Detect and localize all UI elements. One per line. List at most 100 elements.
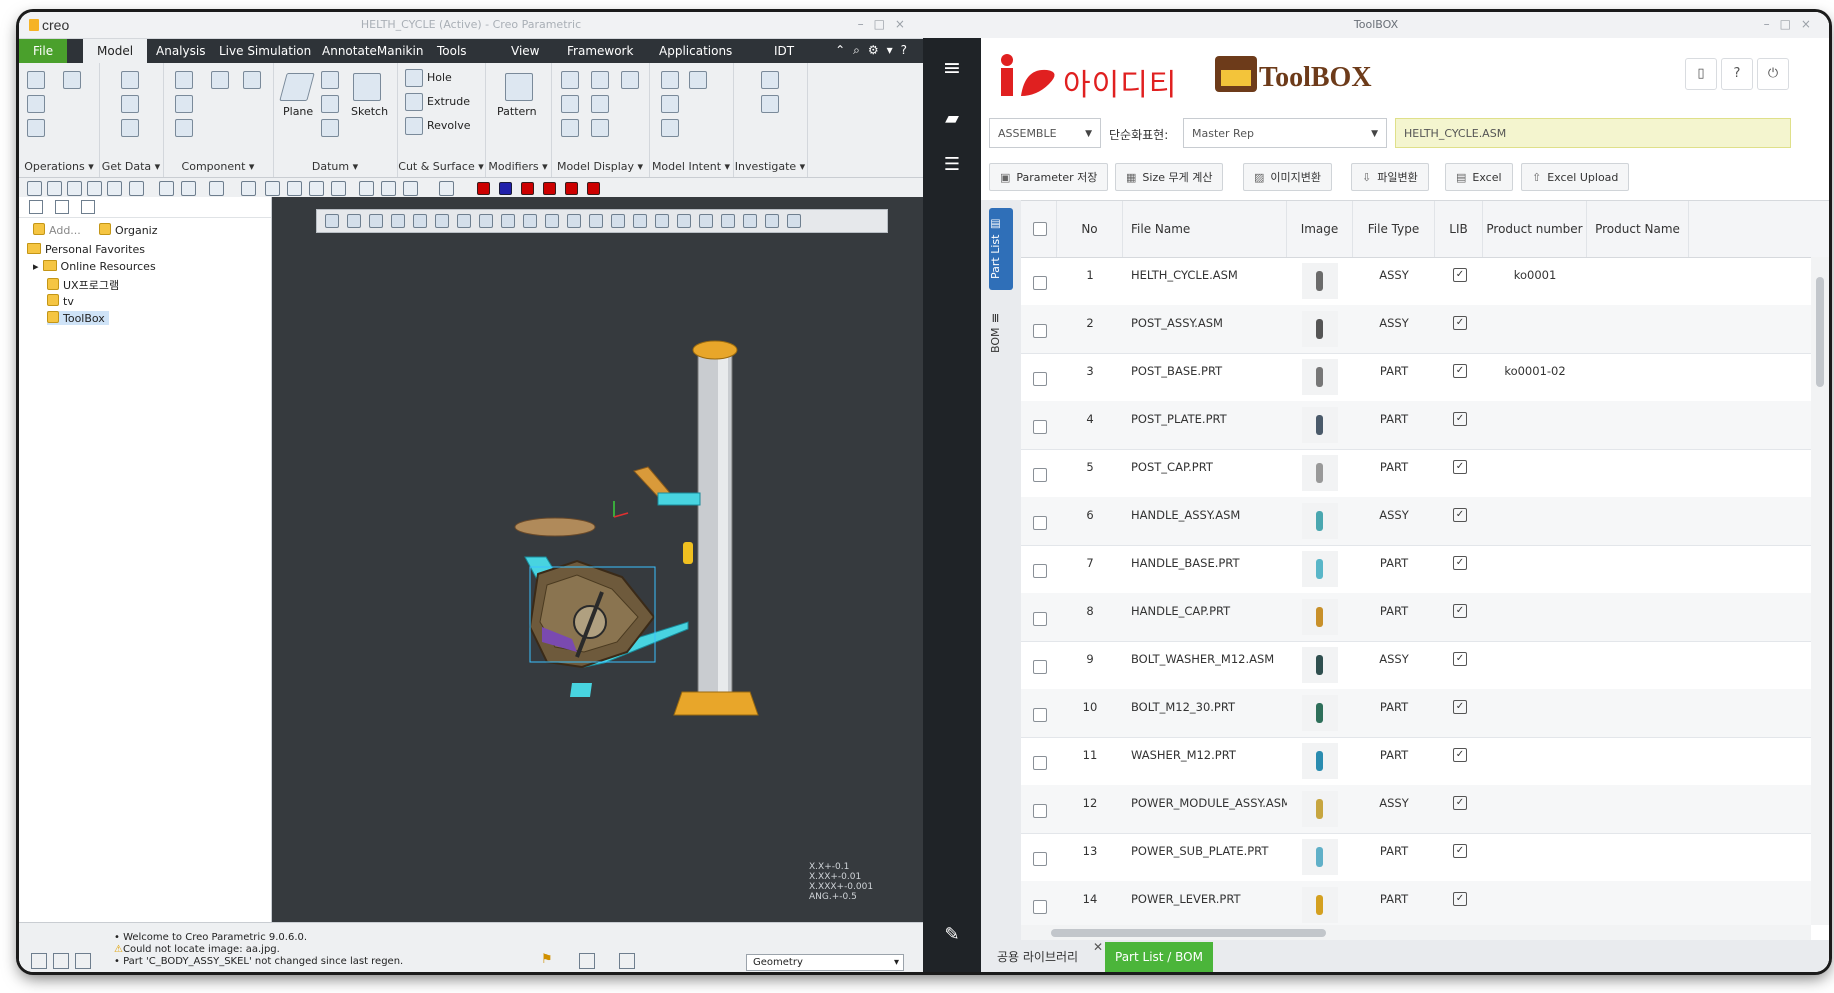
window-icon[interactable] — [159, 181, 174, 196]
table-row[interactable]: 11 WASHER_M12.PRT PART ✓ — [1021, 737, 1811, 786]
table-row[interactable]: 7 HANDLE_BASE.PRT PART ✓ — [1021, 545, 1811, 594]
pattern-label[interactable]: Pattern — [497, 105, 537, 118]
close-tab-icon[interactable]: ✕ — [1093, 940, 1103, 954]
create-component-icon[interactable] — [175, 95, 193, 113]
header-select-all[interactable] — [1021, 201, 1057, 257]
tab-part-list-bom[interactable]: Part List / BOM — [1105, 942, 1213, 972]
row-checkbox[interactable] — [1033, 900, 1047, 914]
favorites-tab-icon[interactable] — [81, 200, 95, 214]
group-cut-surface-label[interactable]: Cut & Surface ▾ — [397, 160, 485, 173]
file-convert-button[interactable]: ⇩ 파일변환 — [1351, 163, 1429, 191]
relations-icon[interactable] — [661, 119, 679, 137]
group-investigate-label[interactable]: Investigate ▾ — [733, 160, 807, 173]
group-modifiers-label[interactable]: Modifiers ▾ — [485, 160, 551, 173]
drag-components-icon[interactable] — [243, 71, 261, 89]
parameter-save-button[interactable]: ▣ Parameter 저장 — [989, 163, 1109, 191]
filter-icon[interactable] — [359, 181, 374, 196]
red-color-1-icon[interactable] — [477, 182, 490, 195]
tab-annotatemanikin[interactable]: AnnotateManikin — [322, 44, 423, 58]
hamburger-menu-icon[interactable]: ≡ — [923, 46, 981, 92]
tree-item-ux-program[interactable]: UX프로그램 — [47, 277, 119, 293]
creo-window-controls[interactable]: –□× — [858, 17, 915, 31]
header-file-name[interactable]: File Name — [1123, 201, 1287, 257]
new-icon[interactable] — [27, 181, 42, 196]
red-color-2-icon[interactable] — [521, 182, 534, 195]
reference-viewer-icon[interactable] — [761, 95, 779, 113]
shrinkwrap-icon[interactable] — [121, 119, 139, 137]
section-icon[interactable] — [591, 71, 609, 89]
mirror-component-icon[interactable] — [211, 71, 229, 89]
appearance-icon[interactable] — [561, 95, 579, 113]
header-image[interactable]: Image — [1287, 201, 1353, 257]
delete-icon[interactable] — [63, 71, 81, 89]
red-color-3-icon[interactable] — [543, 182, 556, 195]
lib-checkbox[interactable]: ✓ — [1453, 844, 1467, 858]
horizontal-scroll-thumb[interactable] — [1051, 929, 1326, 937]
table-row[interactable]: 3 POST_BASE.PRT PART ✓ ko0001-02 — [1021, 353, 1811, 402]
lib-checkbox[interactable]: ✓ — [1453, 268, 1467, 282]
row-checkbox[interactable] — [1033, 420, 1047, 434]
vertical-scrollbar[interactable] — [1811, 257, 1829, 925]
lib-checkbox[interactable]: ✓ — [1453, 700, 1467, 714]
sketch-label[interactable]: Sketch — [351, 105, 388, 118]
notebook-icon[interactable]: ▰ — [923, 96, 981, 142]
table-row[interactable]: 10 BOLT_M12_30.PRT PART ✓ — [1021, 689, 1811, 738]
lib-checkbox[interactable]: ✓ — [1453, 604, 1467, 618]
lib-checkbox[interactable]: ✓ — [1453, 796, 1467, 810]
group-component-label[interactable]: Component ▾ — [163, 160, 273, 173]
row-checkbox[interactable] — [1033, 516, 1047, 530]
table-row[interactable]: 2 POST_ASSY.ASM ASSY ✓ — [1021, 305, 1811, 354]
plane-icon[interactable] — [279, 73, 315, 101]
tab-bom[interactable]: BOM Ⅲ — [989, 304, 1013, 360]
red-color-5-icon[interactable] — [587, 182, 600, 195]
extrude-label[interactable]: Extrude — [427, 95, 470, 108]
copy-geometry-icon[interactable] — [121, 95, 139, 113]
group-model-intent-label[interactable]: Model Intent ▾ — [649, 160, 733, 173]
browser-toggle-icon[interactable] — [53, 953, 69, 969]
lib-checkbox[interactable]: ✓ — [1453, 556, 1467, 570]
snap-icon[interactable] — [403, 181, 418, 196]
coordinate-system-icon[interactable] — [321, 119, 339, 137]
plane-label[interactable]: Plane — [283, 105, 313, 118]
tab-framework[interactable]: Framework — [567, 44, 633, 58]
group-datum-label[interactable]: Datum ▾ — [273, 160, 397, 173]
tree-organize-button[interactable]: Organiz — [99, 223, 158, 237]
copy-icon[interactable] — [27, 95, 45, 113]
row-checkbox[interactable] — [1033, 708, 1047, 722]
find-icon[interactable] — [579, 953, 595, 969]
row-checkbox[interactable] — [1033, 468, 1047, 482]
table-row[interactable]: 6 HANDLE_ASSY.ASM ASSY ✓ — [1021, 497, 1811, 546]
header-product-number[interactable]: Product number — [1483, 201, 1587, 257]
lib-checkbox[interactable]: ✓ — [1453, 460, 1467, 474]
tree-item-online-resources[interactable]: ▸ Online Resources — [33, 260, 156, 273]
ribbon-utility-icons[interactable]: ⌃⌕⚙▾? — [835, 43, 915, 58]
selection-icon[interactable] — [619, 953, 635, 969]
annotation-icon[interactable] — [381, 181, 396, 196]
parameters-icon[interactable] — [689, 71, 707, 89]
sketch-icon[interactable] — [353, 73, 381, 101]
lib-checkbox[interactable]: ✓ — [1453, 748, 1467, 762]
tree-item-tv[interactable]: tv — [47, 294, 74, 308]
point-icon[interactable] — [321, 95, 339, 113]
select-all-checkbox[interactable] — [1033, 222, 1047, 236]
tab-live-simulation[interactable]: Live Simulation — [219, 44, 311, 58]
edit-icon[interactable]: ✎ — [923, 912, 981, 958]
simplified-rep-select[interactable]: Master Rep ▼ — [1183, 118, 1387, 148]
tree-item-toolbox[interactable]: ToolBox — [47, 311, 109, 325]
plus-minus-icon[interactable] — [439, 181, 454, 196]
full-screen-icon[interactable] — [75, 953, 91, 969]
blue-color-icon[interactable] — [499, 182, 512, 195]
lib-checkbox[interactable]: ✓ — [1453, 508, 1467, 522]
folder-icon[interactable] — [87, 181, 102, 196]
row-checkbox[interactable] — [1033, 660, 1047, 674]
extrude-icon[interactable] — [405, 93, 423, 111]
undo-icon[interactable] — [107, 181, 122, 196]
lib-checkbox[interactable]: ✓ — [1453, 652, 1467, 666]
regenerate-icon[interactable] — [27, 71, 45, 89]
list-icon[interactable]: ☰ — [923, 142, 981, 188]
measure-icon[interactable] — [241, 181, 256, 196]
tab-idt[interactable]: IDT — [774, 44, 794, 58]
tab-applications[interactable]: Applications — [659, 44, 732, 58]
display-style-icon[interactable] — [591, 95, 609, 113]
tab-part-list[interactable]: Part List ▤ — [989, 208, 1013, 290]
